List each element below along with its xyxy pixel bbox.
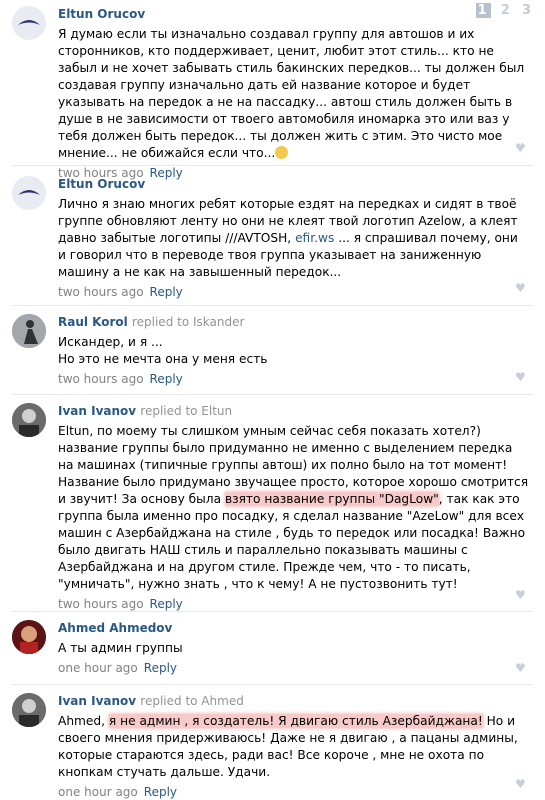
comment-time[interactable]: two hours ago (58, 372, 144, 386)
avatar[interactable] (12, 176, 46, 210)
comment-author[interactable]: Eltun Orucov (58, 176, 529, 192)
reply-button[interactable]: Reply (150, 597, 183, 611)
avatar[interactable] (12, 314, 46, 348)
comment: Ivan Ivanov replied to Eltun Eltun, по м… (0, 395, 545, 611)
highlighted-text: взято название группы "DagLow" (224, 492, 439, 506)
comment-time[interactable]: two hours ago (58, 597, 144, 611)
comment-author: Ivan Ivanov replied to Ahmed (58, 694, 244, 708)
highlighted-text: я не админ , я создатель! Я двигаю стиль… (108, 714, 483, 728)
comment-meta: two hours ago Reply (58, 371, 529, 387)
comment-text: Ahmed, я не админ , я создатель! Я двига… (58, 714, 518, 779)
like-heart-icon[interactable]: ♥ (515, 370, 527, 384)
comment: Raul Korol replied to Iskander Искандер,… (0, 306, 545, 394)
comment-text: Я думаю если ты изначально создавал груп… (58, 27, 525, 160)
like-heart-icon[interactable]: ♥ (515, 588, 527, 602)
replied-to[interactable]: replied to Iskander (132, 315, 244, 329)
comment-meta: one hour ago Reply (58, 784, 529, 800)
comment: Ivan Ivanov replied to Ahmed Ahmed, я не… (0, 685, 545, 800)
comment: Ahmed Ahmedov А ты админ группы one hour… (0, 612, 545, 684)
comment-meta: one hour ago Reply (58, 660, 529, 676)
comment: Eltun Orucov Лично я знаю многих ребят к… (0, 166, 545, 305)
comment-time[interactable]: one hour ago (58, 785, 138, 799)
comment-meta: two hours ago Reply (58, 284, 529, 300)
avatar[interactable] (12, 620, 46, 654)
comment-author: Raul Korol replied to Iskander (58, 315, 245, 329)
reply-button[interactable]: Reply (144, 785, 177, 799)
wink-emoji-icon (275, 146, 289, 159)
replied-to[interactable]: replied to Eltun (140, 404, 232, 418)
avatar[interactable] (12, 6, 46, 40)
comment-text: А ты админ группы (58, 641, 183, 655)
like-heart-icon[interactable]: ♥ (515, 281, 527, 295)
avatar[interactable] (12, 693, 46, 727)
replied-to[interactable]: replied to Ahmed (140, 694, 244, 708)
like-heart-icon[interactable]: ♥ (515, 661, 527, 675)
like-heart-icon[interactable]: ♥ (515, 777, 527, 791)
comment-time[interactable]: one hour ago (58, 661, 138, 675)
comment-author[interactable]: Eltun Orucov (58, 6, 529, 22)
comment-author[interactable]: Ahmed Ahmedov (58, 620, 529, 636)
comment-author: Ivan Ivanov replied to Eltun (58, 404, 233, 418)
reply-button[interactable]: Reply (150, 285, 183, 299)
text-link[interactable]: efir.ws (295, 231, 334, 245)
comment-text: Лично я знаю многих ребят которые ездят … (58, 197, 518, 279)
comment-text: Eltun, по моему ты слишком умным сейчас … (58, 424, 529, 591)
avatar[interactable] (12, 403, 46, 437)
comment-text: Искандер, и я ... Но это не мечта она у м… (58, 335, 268, 366)
like-heart-icon[interactable]: ♥ (515, 141, 527, 155)
comment-meta: two hours ago Reply (58, 596, 529, 612)
reply-button[interactable]: Reply (144, 661, 177, 675)
reply-button[interactable]: Reply (150, 372, 183, 386)
comment-time[interactable]: two hours ago (58, 285, 144, 299)
comment: Eltun Orucov Я думаю если ты изначально … (0, 0, 545, 180)
